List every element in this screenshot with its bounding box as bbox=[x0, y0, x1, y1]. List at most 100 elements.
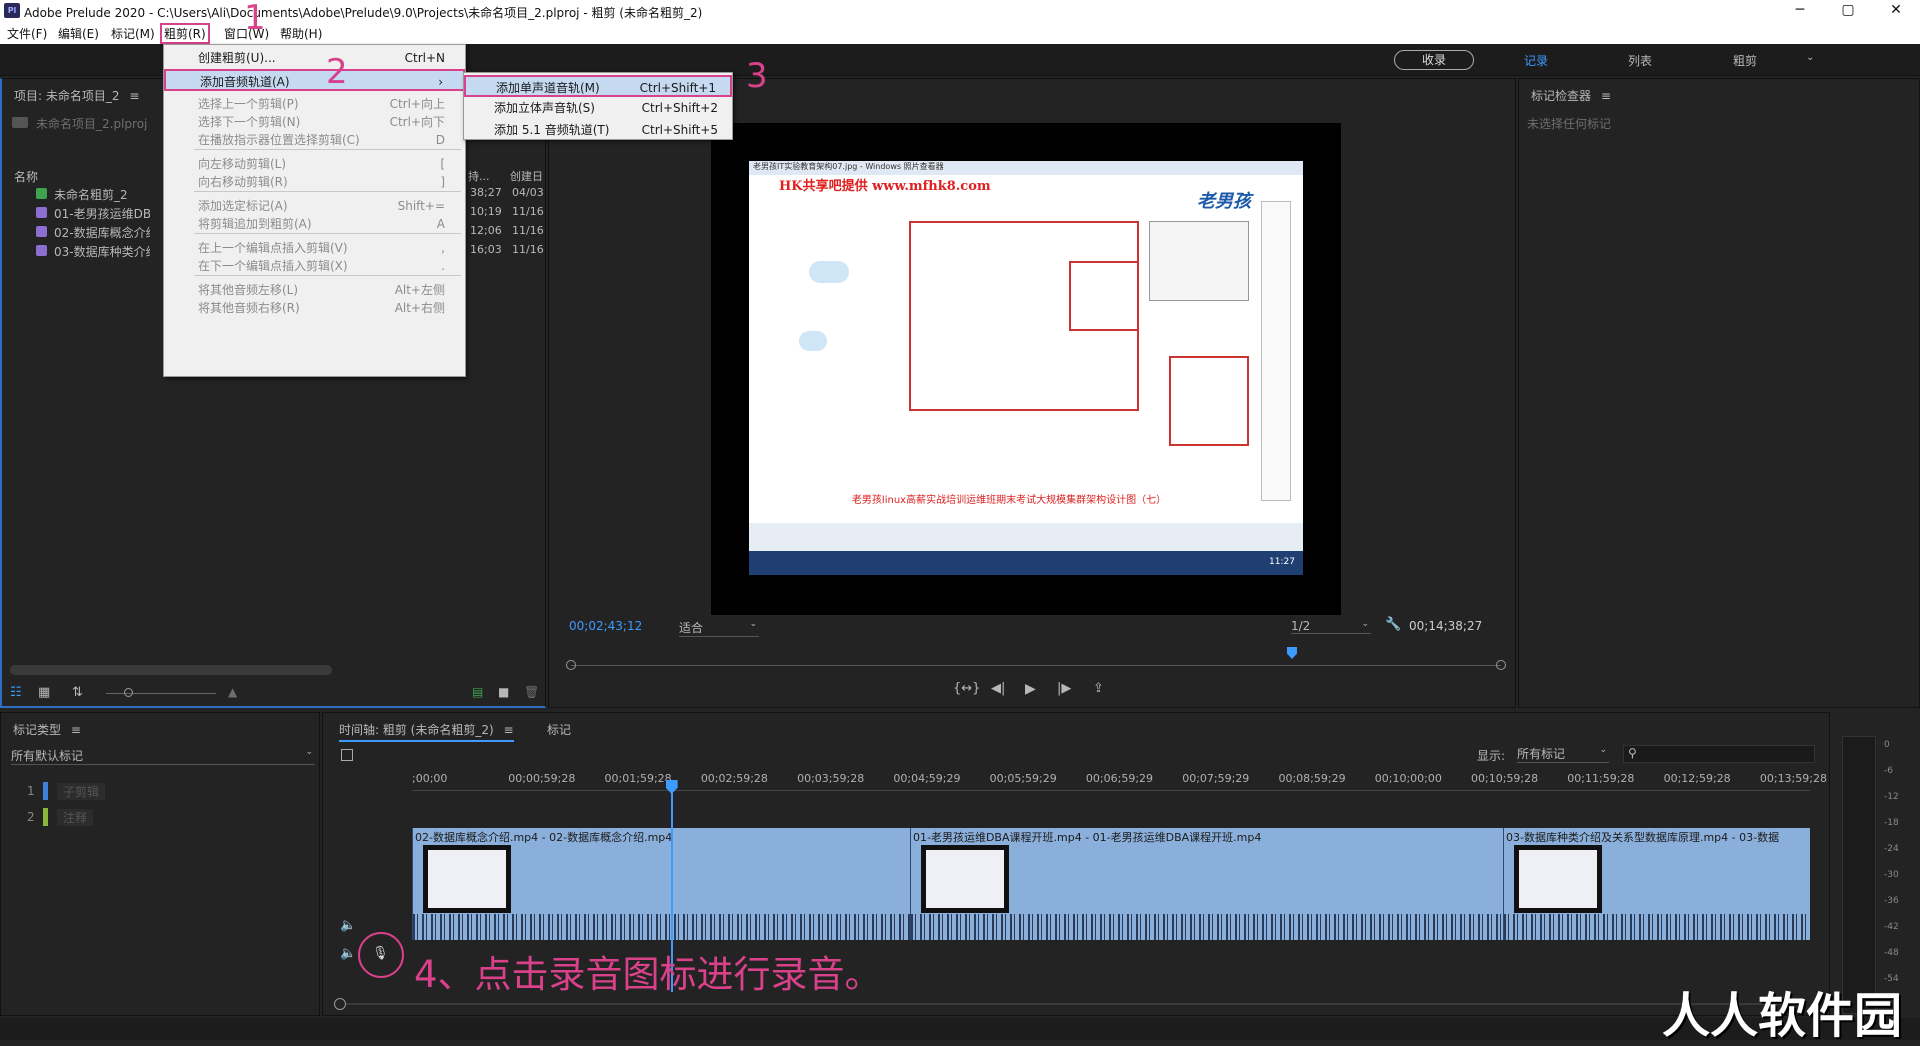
watermark: 人人软件园 bbox=[1662, 988, 1903, 1044]
timeline-clip[interactable]: 01-老男孩运维DBA课程开班.mp4 - 01-老男孩运维DBA课程开班.mp… bbox=[910, 828, 1503, 940]
sort-icon[interactable]: ⇅ bbox=[72, 685, 83, 700]
ruler-label: 00;08;59;29 bbox=[1278, 772, 1346, 785]
audio-speaker-icon[interactable]: 🔈 bbox=[340, 946, 356, 961]
timeline-clip[interactable]: 02-数据库概念介绍.mp4 - 02-数据库概念介绍.mp4 bbox=[412, 828, 910, 940]
tab-log[interactable]: 记录 bbox=[1524, 52, 1548, 69]
menu-item-shortcut: D bbox=[435, 133, 445, 147]
ruler-label: 00;13;59;28 bbox=[1759, 772, 1827, 785]
snap-icon[interactable] bbox=[341, 749, 353, 761]
minimize-button[interactable]: ─ bbox=[1780, 2, 1820, 18]
photo-viewer-controls bbox=[749, 523, 1303, 551]
menu-item-label: 向左移动剪辑(L) bbox=[198, 157, 287, 171]
menu-item[interactable]: 向右移动剪辑(R)] bbox=[164, 171, 465, 193]
menu-item-shortcut: . bbox=[441, 259, 445, 273]
ruler-label: 00;11;59;28 bbox=[1567, 772, 1635, 785]
marker-type-item[interactable]: 1 子剪辑 bbox=[21, 781, 141, 801]
menu-item-shortcut: ] bbox=[440, 175, 445, 189]
menu-help[interactable]: 帮助(H) bbox=[280, 25, 322, 42]
marker-filter-dropdown[interactable]: 所有默认标记 ⌄ bbox=[11, 747, 315, 765]
wrench-icon[interactable]: 🔧 bbox=[1385, 617, 1401, 632]
menu-item[interactable]: 在下一个编辑点插入剪辑(X). bbox=[164, 255, 465, 277]
clip-icon bbox=[36, 226, 47, 237]
list-item-created: 04/03 bbox=[512, 186, 544, 199]
menu-marker[interactable]: 标记(M) bbox=[111, 25, 155, 42]
ruler-label: 00;02;59;28 bbox=[700, 772, 768, 785]
submenu-item[interactable]: 添加立体声音轨(S) Ctrl+Shift+2 bbox=[464, 97, 732, 119]
menu-item[interactable]: 添加音频轨道(A) › bbox=[164, 69, 465, 91]
monitor-playhead[interactable] bbox=[1286, 647, 1297, 659]
resolution-dropdown[interactable]: 1/2 ⌄ bbox=[1291, 619, 1371, 634]
tab-markers[interactable]: 标记 bbox=[547, 721, 571, 738]
monitor-panel: 老男孩IT实验教育架构07.jpg - Windows 照片查看器 HK共享吧提… bbox=[548, 78, 1516, 708]
menu-item-label: 在下一个编辑点插入剪辑(X) bbox=[198, 259, 348, 273]
new-rough-cut-icon[interactable]: ▤ bbox=[472, 685, 483, 699]
menu-item-label: 在上一个编辑点插入剪辑(V) bbox=[198, 241, 348, 255]
column-created[interactable]: 创建日 bbox=[510, 168, 543, 184]
audio-waveform bbox=[911, 914, 1503, 940]
marker-type-item[interactable]: 2 注释 bbox=[21, 807, 141, 827]
mark-in-out-icon[interactable]: {↔} bbox=[953, 681, 980, 696]
video-content: 老男孩IT实验教育架构07.jpg - Windows 照片查看器 HK共享吧提… bbox=[749, 161, 1303, 575]
zoom-slider[interactable] bbox=[106, 693, 216, 694]
video-cloud bbox=[809, 261, 849, 283]
tab-list[interactable]: 列表 bbox=[1628, 52, 1652, 69]
zoom-slider-handle[interactable] bbox=[124, 688, 133, 697]
ruler-label: 00;01;59;28 bbox=[604, 772, 672, 785]
list-item-duration: 16;03 bbox=[470, 243, 502, 256]
menu-bar: 文件(F) 编辑(E) 标记(M) 粗剪(R) 窗口(W) 帮助(H) bbox=[0, 22, 1920, 44]
menu-item-label: 选择上一个剪辑(P) bbox=[198, 97, 299, 111]
menu-file[interactable]: 文件(F) bbox=[7, 25, 47, 42]
trash-icon[interactable]: 🗑 bbox=[524, 685, 539, 699]
menu-edit[interactable]: 编辑(E) bbox=[58, 25, 99, 42]
scrub-bar[interactable] bbox=[571, 665, 1501, 666]
timeline-zoom-handle[interactable] bbox=[334, 998, 346, 1010]
clip-thumbnail bbox=[1514, 845, 1602, 913]
new-bin-icon[interactable]: ■ bbox=[498, 685, 509, 699]
marker-search-input[interactable]: ⚲ bbox=[1623, 745, 1815, 763]
maximize-button[interactable]: ▢ bbox=[1828, 2, 1868, 18]
close-button[interactable]: ✕ bbox=[1876, 2, 1916, 18]
menu-item-label: 创建粗剪(U)... bbox=[198, 51, 276, 65]
video-footer-text: 老男孩linux高薪实战培训运维班期末考试大规模集群架构设计图（七） bbox=[851, 495, 1167, 506]
taskbar bbox=[749, 551, 1303, 575]
marker-inspector-empty: 未选择任何标记 bbox=[1527, 117, 1612, 131]
column-duration[interactable]: 持... bbox=[468, 168, 490, 184]
export-frame-icon[interactable]: ⇪ bbox=[1093, 681, 1104, 696]
list-item-created: 11/16 bbox=[512, 224, 544, 237]
tab-timeline[interactable]: 时间轴: 粗剪 (未命名粗剪_2) ≡ bbox=[339, 721, 514, 742]
submenu-item[interactable]: 添加单声道音轨(M) Ctrl+Shift+1 bbox=[464, 75, 732, 97]
ruler-label: 00;04;59;29 bbox=[893, 772, 961, 785]
step-forward-icon[interactable]: |▶ bbox=[1057, 681, 1071, 696]
icon-view-icon[interactable]: ▦ bbox=[38, 685, 50, 700]
annotation-step1: 1 bbox=[244, 0, 266, 38]
out-point-handle[interactable] bbox=[1496, 660, 1506, 670]
tab-rough-cut[interactable]: 粗剪 bbox=[1733, 52, 1757, 69]
timeline-zoom-bar[interactable] bbox=[346, 1003, 1796, 1005]
menu-item[interactable]: 将其他音频右移(R) Alt+右侧 bbox=[164, 297, 465, 319]
ruler-label: 00;03;59;28 bbox=[797, 772, 865, 785]
fit-dropdown[interactable]: 适合 ⌄ bbox=[679, 619, 759, 637]
in-point-handle[interactable] bbox=[566, 660, 576, 670]
list-view-icon[interactable]: ☷ bbox=[10, 685, 22, 700]
current-timecode[interactable]: 00;02;43;12 bbox=[569, 619, 642, 633]
timeline-clip[interactable]: 03-数据库种类介绍及关系型数据库原理.mp4 - 03-数据 bbox=[1503, 828, 1810, 940]
play-icon[interactable]: ▶ bbox=[1025, 681, 1036, 697]
audio-speaker-icon[interactable]: 🔈 bbox=[340, 918, 356, 933]
microphone-icon[interactable]: 🎙 bbox=[372, 946, 389, 961]
menu-item[interactable]: 创建粗剪(U)... Ctrl+N bbox=[164, 47, 465, 69]
submenu-item-shortcut: Ctrl+Shift+5 bbox=[641, 123, 718, 137]
workspace-overflow-icon[interactable]: ⌄ bbox=[1806, 52, 1814, 63]
menu-item-label: 选择下一个剪辑(N) bbox=[198, 115, 301, 129]
ingest-button[interactable]: 收录 bbox=[1394, 50, 1474, 70]
duration-timecode: 00;14;38;27 bbox=[1409, 619, 1483, 633]
column-name[interactable]: 名称 bbox=[14, 168, 38, 185]
menu-item[interactable]: 将剪辑追加到粗剪(A) A bbox=[164, 213, 465, 235]
show-dropdown[interactable]: 所有标记 ⌄ bbox=[1517, 745, 1609, 763]
project-file-name: 未命名项目_2.plproj bbox=[36, 117, 148, 131]
menu-item[interactable]: 在播放指示器位置选择剪辑(C) D bbox=[164, 129, 465, 151]
step-back-icon[interactable]: ◀| bbox=[991, 681, 1005, 696]
submenu-item[interactable]: 添加 5.1 音频轨道(T) Ctrl+Shift+5 bbox=[464, 119, 732, 141]
project-scrollbar[interactable] bbox=[10, 665, 332, 675]
menu-rough-cut[interactable]: 粗剪(R) bbox=[160, 23, 210, 44]
clip-icon bbox=[36, 207, 47, 218]
